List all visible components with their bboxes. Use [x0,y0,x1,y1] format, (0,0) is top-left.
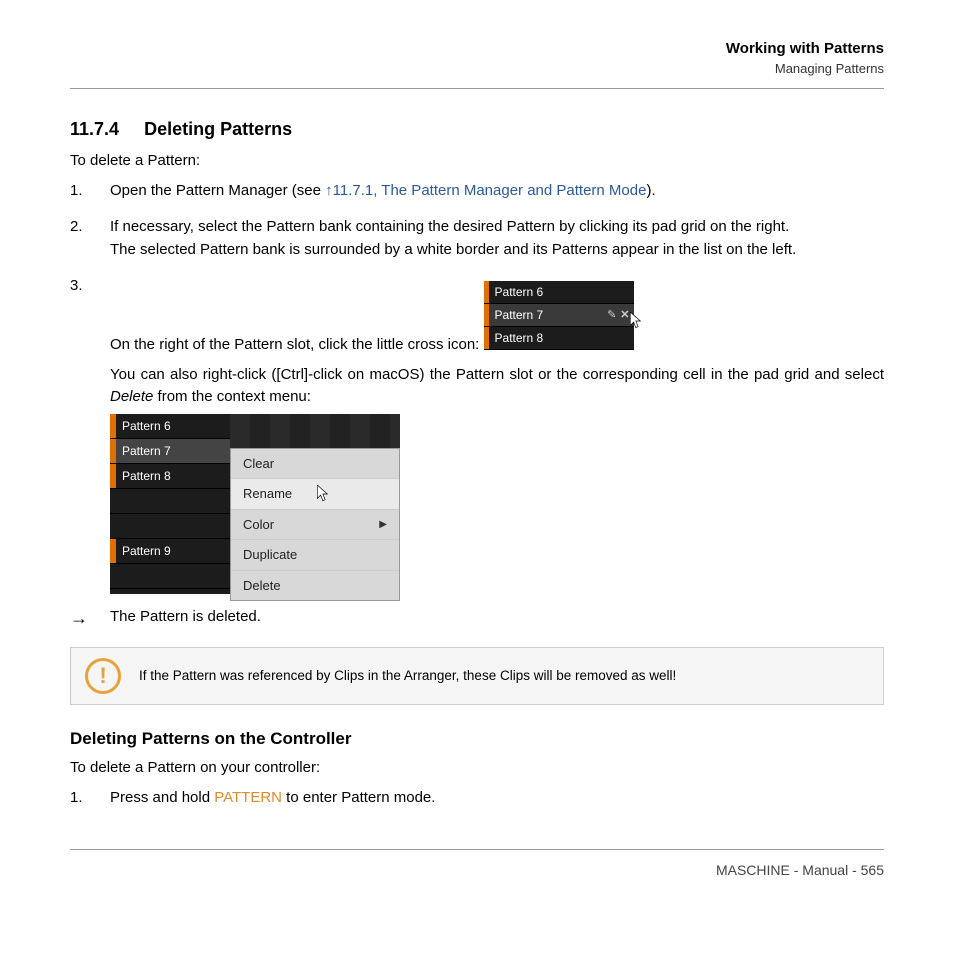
page-footer: MASCHINE - Manual - 565 [70,849,884,878]
menu-duplicate[interactable]: Duplicate [231,540,399,571]
warning-icon: ! [85,658,121,694]
color-bar [110,539,116,563]
header-section: Managing Patterns [70,61,884,76]
submenu-arrow-icon: ▶ [379,517,387,532]
step-1: Open the Pattern Manager (see ↑11.7.1, T… [70,180,884,203]
section-heading: 11.7.4 Deleting Patterns [70,119,884,140]
pattern-label: Pattern 8 [122,467,171,485]
context-menu: Clear Rename Color ▶ Duplicate Delete [230,448,400,602]
pattern-row-8[interactable]: Pattern 8 [484,327,634,350]
step-3: On the right of the Pattern slot, click … [70,275,884,594]
menu-rename[interactable]: Rename [231,479,399,510]
pattern-label: Pattern 6 [495,283,544,301]
steps-list: Open the Pattern Manager (see ↑11.7.1, T… [70,180,884,594]
color-bar [484,281,489,303]
step-2: If necessary, select the Pattern bank co… [70,216,884,261]
color-bar [110,439,116,463]
pattern-label: Pattern 9 [122,542,171,560]
xref-link[interactable]: ↑11.7.1, The Pattern Manager and Pattern… [325,182,646,199]
pattern-row-7-selected[interactable]: Pattern 7 ✎ ✕ [484,304,634,327]
pattern-row-6[interactable]: Pattern 6 [110,414,230,439]
pattern-label: Pattern 7 [122,442,171,460]
color-bar [484,304,489,326]
pattern-label: Pattern 7 [495,306,604,324]
menu-delete[interactable]: Delete [231,571,399,601]
footer-text: MASCHINE - Manual - 565 [716,862,884,878]
menu-clear[interactable]: Clear [231,449,399,480]
subsection-heading: Deleting Patterns on the Controller [70,729,884,749]
pattern-row-empty [110,514,230,539]
warning-text: If the Pattern was referenced by Clips i… [139,668,676,683]
result-text: The Pattern is deleted. [110,608,261,625]
color-bar [110,414,116,438]
result-row: → The Pattern is deleted. [70,608,884,629]
result-arrow-icon: → [70,608,110,629]
pattern-list-screenshot-2: Pattern 6 Pattern 7 Pattern 8 Pattern [110,414,400,594]
section-number: 11.7.4 [70,119,119,139]
pattern-label: Pattern 6 [122,417,171,435]
close-icon[interactable]: ✕ [620,307,629,324]
page-header: Working with Patterns Managing Patterns [70,40,884,89]
pattern-row-6[interactable]: Pattern 6 [484,281,634,304]
cursor-icon [317,485,331,503]
intro-text: To delete a Pattern: [70,150,884,172]
pattern-list-screenshot-1: Pattern 6 Pattern 7 ✎ ✕ Pattern 8 [484,281,634,350]
pattern-row-empty [110,489,230,514]
sub-intro: To delete a Pattern on your controller: [70,757,884,779]
menu-color[interactable]: Color ▶ [231,510,399,541]
pattern-list-left: Pattern 6 Pattern 7 Pattern 8 Pattern [110,414,230,594]
pattern-row-7-selected[interactable]: Pattern 7 [110,439,230,464]
pattern-row-8[interactable]: Pattern 8 [110,464,230,489]
controller-step-1: Press and hold PATTERN to enter Pattern … [70,787,884,810]
pattern-row-empty [110,564,230,589]
section-title: Deleting Patterns [144,119,292,139]
warning-note: ! If the Pattern was referenced by Clips… [70,647,884,705]
edit-icon[interactable]: ✎ [607,307,616,324]
key-label: PATTERN [214,789,282,806]
header-chapter: Working with Patterns [70,40,884,57]
color-bar [484,327,489,349]
pattern-row-9[interactable]: Pattern 9 [110,539,230,564]
step-3-note: You can also right-click ([Ctrl]-click o… [110,364,884,408]
controller-steps: Press and hold PATTERN to enter Pattern … [70,787,884,810]
color-bar [110,464,116,488]
pattern-label: Pattern 8 [495,329,544,347]
